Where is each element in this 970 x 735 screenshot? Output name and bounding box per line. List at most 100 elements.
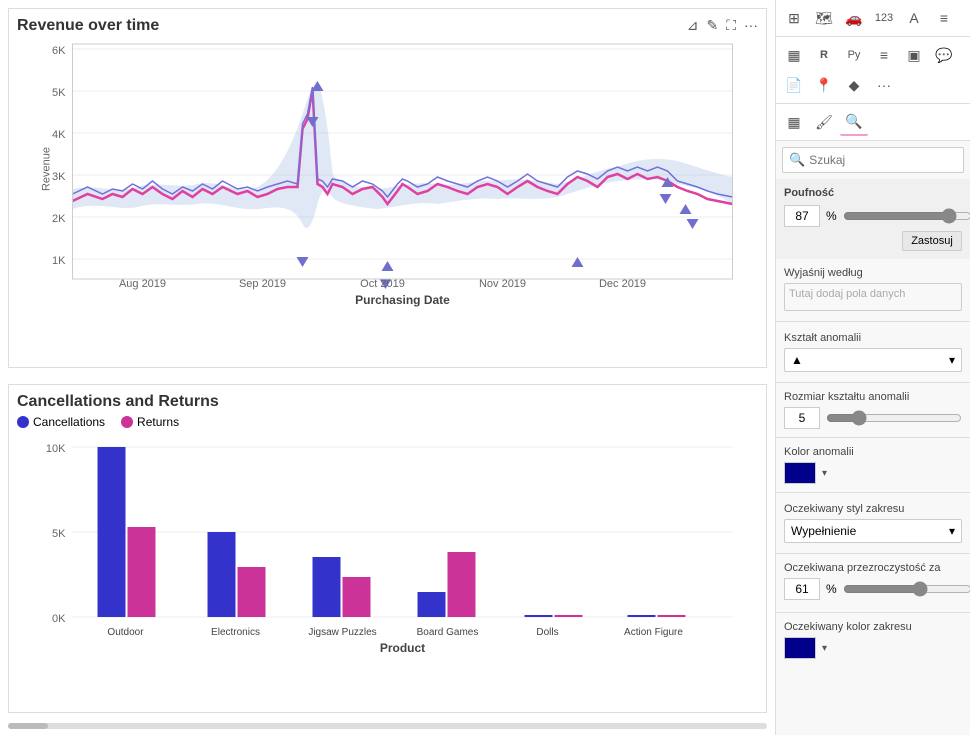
svg-text:5K: 5K bbox=[52, 528, 66, 540]
expand-icon[interactable]: ⛶ bbox=[726, 17, 736, 34]
divider-2 bbox=[776, 382, 970, 383]
table-icon[interactable]: ▦ bbox=[780, 41, 808, 69]
actionfigure-cancellations-bar[interactable] bbox=[628, 615, 656, 617]
exp-color-swatch[interactable] bbox=[784, 637, 816, 659]
search2-icon[interactable]: 🔍 bbox=[840, 108, 868, 136]
color-label: Kolor anomalii bbox=[784, 446, 962, 458]
svg-text:Action Figure: Action Figure bbox=[624, 627, 683, 638]
scrollbar-bottom[interactable] bbox=[8, 723, 767, 733]
shape-dropdown[interactable]: ▲ ▾ bbox=[784, 348, 962, 372]
divider-4 bbox=[776, 492, 970, 493]
main-content: Revenue over time ⊿ ✎ ⛶ ··· 6K 5K 4K 3K … bbox=[0, 0, 775, 735]
doc-icon[interactable]: 📄 bbox=[780, 71, 808, 99]
color-picker-row: ▾ bbox=[784, 462, 962, 484]
pin-icon[interactable]: 📍 bbox=[810, 71, 838, 99]
shape-value: ▲ bbox=[791, 353, 803, 367]
electronics-returns-bar[interactable] bbox=[238, 567, 266, 617]
transparency-input[interactable] bbox=[784, 578, 820, 600]
opacity-row: % bbox=[784, 205, 962, 227]
size-row bbox=[784, 407, 962, 429]
svg-text:Purchasing Date: Purchasing Date bbox=[355, 293, 450, 307]
transparency-slider[interactable] bbox=[843, 581, 970, 597]
edit-icon[interactable]: ✎ bbox=[706, 17, 718, 34]
search-input[interactable] bbox=[809, 153, 957, 167]
size-input[interactable] bbox=[784, 407, 820, 429]
chart1-icons[interactable]: ⊿ ✎ ⛶ ··· bbox=[687, 17, 758, 34]
shape-icon[interactable]: ◆ bbox=[840, 71, 868, 99]
toolbar-row-1: ⊞ 🗺 🚗 123 A ≡ bbox=[776, 0, 970, 37]
right-panel: ⊞ 🗺 🚗 123 A ≡ ▦ R Py ≡ ▣ 💬 📄 📍 ◆ ··· ▦ 🖌… bbox=[775, 0, 970, 735]
revenue-chart-container: Revenue over time ⊿ ✎ ⛶ ··· 6K 5K 4K 3K … bbox=[8, 8, 767, 368]
divider-1 bbox=[776, 321, 970, 322]
outdoor-cancellations-bar[interactable] bbox=[98, 447, 126, 617]
legend-cancellations: Cancellations bbox=[17, 415, 105, 429]
svg-text:5K: 5K bbox=[52, 87, 66, 99]
electronics-cancellations-bar[interactable] bbox=[208, 532, 236, 617]
transparency-label: Oczekiwana przezroczystość za bbox=[784, 562, 962, 574]
explain-label: Wyjaśnij według bbox=[784, 267, 962, 279]
block-icon[interactable]: ▣ bbox=[900, 41, 928, 69]
svg-text:4K: 4K bbox=[52, 129, 66, 141]
size-section: Rozmiar kształtu anomalii bbox=[776, 385, 970, 435]
size-slider[interactable] bbox=[826, 410, 962, 426]
search-box[interactable]: 🔍 bbox=[782, 147, 964, 173]
returns-dot bbox=[121, 416, 133, 428]
opacity-slider[interactable] bbox=[843, 208, 970, 224]
svg-text:Oct 2019: Oct 2019 bbox=[360, 278, 405, 290]
color-dropdown-arrow[interactable]: ▾ bbox=[822, 468, 827, 479]
svg-text:3K: 3K bbox=[52, 171, 66, 183]
dolls-returns-bar[interactable] bbox=[555, 615, 583, 617]
more-icon[interactable]: ··· bbox=[744, 17, 758, 34]
more-icons[interactable]: ··· bbox=[870, 71, 898, 99]
chart-icon[interactable]: ≡ bbox=[930, 4, 958, 32]
dolls-cancellations-bar[interactable] bbox=[525, 615, 553, 617]
grid-icon[interactable]: ⊞ bbox=[780, 4, 808, 32]
color-section: Kolor anomalii ▾ bbox=[776, 440, 970, 490]
r-icon[interactable]: R bbox=[810, 41, 838, 69]
svg-text:2K: 2K bbox=[52, 213, 66, 225]
cancellations-chart-container: Cancellations and Returns Cancellations … bbox=[8, 384, 767, 713]
grid2-icon[interactable]: ▦ bbox=[780, 108, 808, 136]
car-icon[interactable]: 🚗 bbox=[840, 4, 868, 32]
paint-icon[interactable]: 🖌 bbox=[810, 108, 838, 136]
svg-text:Revenue: Revenue bbox=[41, 147, 53, 191]
opacity-unit: % bbox=[826, 209, 837, 223]
boardgames-returns-bar[interactable] bbox=[448, 552, 476, 617]
color-swatch[interactable] bbox=[784, 462, 816, 484]
divider-3 bbox=[776, 437, 970, 438]
boardgames-cancellations-bar[interactable] bbox=[418, 592, 446, 617]
svg-text:Electronics: Electronics bbox=[211, 627, 260, 638]
svg-text:Product: Product bbox=[380, 641, 425, 655]
cancellations-chart-title: Cancellations and Returns bbox=[17, 393, 758, 411]
123-icon[interactable]: 123 bbox=[870, 4, 898, 32]
jigsaw-returns-bar[interactable] bbox=[343, 577, 371, 617]
style-dropdown[interactable]: Wypełnienie ▾ bbox=[784, 519, 962, 543]
svg-text:Nov 2019: Nov 2019 bbox=[479, 278, 526, 290]
text-icon[interactable]: A bbox=[900, 4, 928, 32]
map-icon[interactable]: 🗺 bbox=[810, 4, 838, 32]
returns-label: Returns bbox=[137, 415, 179, 429]
legend-returns: Returns bbox=[121, 415, 179, 429]
opacity-section: Poufność % Zastosuj bbox=[776, 179, 970, 259]
chat-icon[interactable]: 💬 bbox=[930, 41, 958, 69]
exp-color-dropdown-arrow[interactable]: ▾ bbox=[822, 643, 827, 654]
svg-text:Outdoor: Outdoor bbox=[107, 627, 144, 638]
py-icon[interactable]: Py bbox=[840, 41, 868, 69]
chart2-legend: Cancellations Returns bbox=[17, 415, 758, 429]
actionfigure-returns-bar[interactable] bbox=[658, 615, 686, 617]
explain-input[interactable]: Tutaj dodaj pola danych bbox=[784, 283, 962, 311]
outdoor-returns-bar[interactable] bbox=[128, 527, 156, 617]
opacity-input[interactable] bbox=[784, 205, 820, 227]
cancellations-label: Cancellations bbox=[33, 415, 105, 429]
bar-chart-svg: 10K 5K 0K Outdoor Electronics Jigsaw Puz… bbox=[17, 437, 758, 657]
apply-button[interactable]: Zastosuj bbox=[902, 231, 962, 251]
shape-section: Kształt anomalii ▲ ▾ bbox=[776, 324, 970, 380]
jigsaw-cancellations-bar[interactable] bbox=[313, 557, 341, 617]
list-icon[interactable]: ≡ bbox=[870, 41, 898, 69]
exp-color-section: Oczekiwany kolor zakresu ▾ bbox=[776, 615, 970, 665]
filter-icon[interactable]: ⊿ bbox=[687, 17, 699, 34]
svg-text:Jigsaw Puzzles: Jigsaw Puzzles bbox=[308, 627, 376, 638]
divider-5 bbox=[776, 553, 970, 554]
toolbar-row-2: ▦ R Py ≡ ▣ 💬 📄 📍 ◆ ··· bbox=[776, 37, 970, 104]
style-label: Oczekiwany styl zakresu bbox=[784, 503, 962, 515]
